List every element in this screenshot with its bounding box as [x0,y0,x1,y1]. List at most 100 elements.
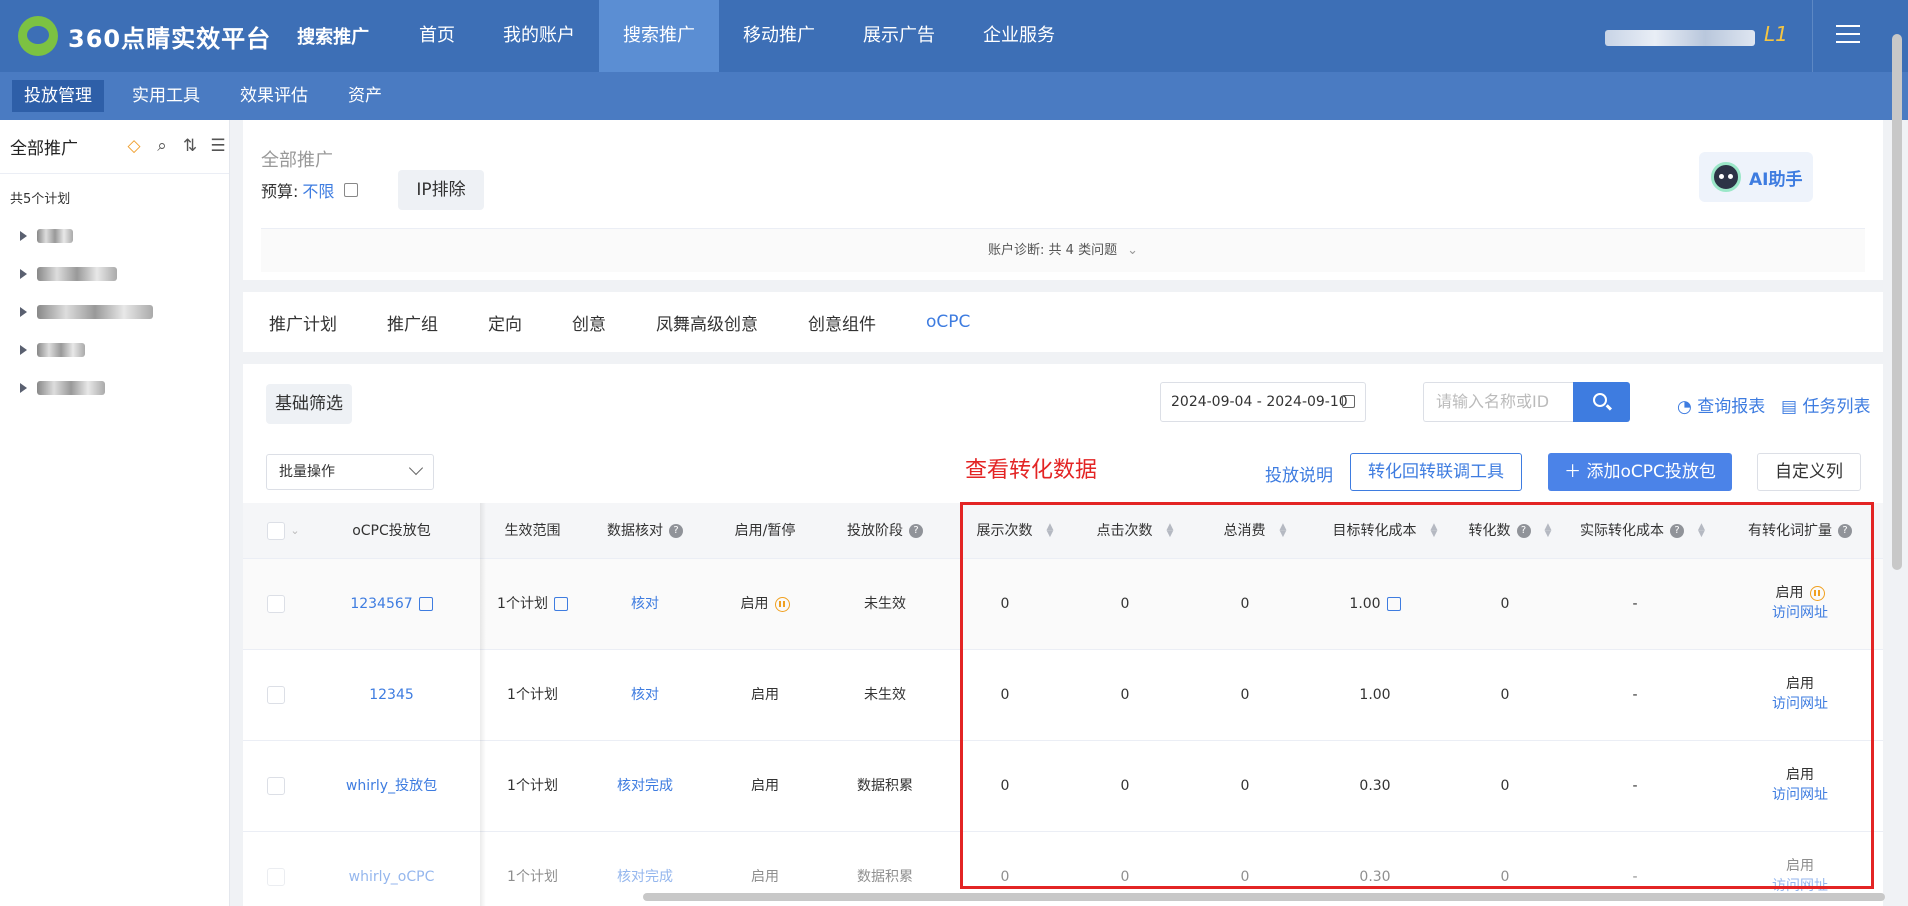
top-bar: 360点睛实效平台 搜索推广 首页 我的账户 搜索推广 移动推广 展示广告 企业… [0,0,1908,72]
package-name-link[interactable]: 12345 [303,650,480,741]
expand-arrow-icon[interactable] [20,307,27,317]
expand-arrow-icon[interactable] [20,269,27,279]
data-check-link[interactable]: 核对 [585,559,705,650]
subnav-tools[interactable]: 实用工具 [120,80,212,112]
stage-cell: 数据积累 [857,778,913,794]
tab-creatives[interactable]: 创意 [572,310,606,335]
tag-icon[interactable]: ◇ [124,136,144,156]
chevron-down-icon[interactable]: ⌄ [289,503,301,559]
sidebar-plan-item[interactable] [0,293,229,331]
chevron-down-icon [408,460,424,476]
row-checkbox[interactable] [267,595,285,613]
logo[interactable]: 360点睛实效平台 搜索推广 [18,16,369,56]
nav-mobile-promo[interactable]: 移动推广 [719,0,839,72]
package-name-link[interactable]: whirly_oCPC [303,832,480,906]
package-name[interactable]: 1234567 [303,559,480,650]
sort-icon[interactable]: ⇅ [180,136,200,156]
plan-name-blurred [37,305,153,319]
task-list-link[interactable]: ▤ 任务列表 [1781,392,1870,417]
pause-icon[interactable] [774,596,790,612]
plan-name-blurred [37,229,73,243]
tab-groups[interactable]: 推广组 [387,310,438,335]
stage-cell: 未生效 [864,596,906,612]
delivery-explain-link[interactable]: 投放说明 [1265,461,1333,486]
col-data-check: 数据核对? [585,503,705,559]
logo-text: 360点睛实效平台 [68,24,272,53]
edit-icon[interactable] [344,183,359,197]
search-icon[interactable]: ⌕ [152,136,172,156]
custom-columns-button[interactable]: 自定义列 [1757,453,1861,491]
batch-operations-select[interactable]: 批量操作 [266,454,434,490]
overview-panel: 全部推广 预算: 不限 IP排除 AI助手 账户诊断: 共 4 类问题 ⌄ [243,120,1883,280]
logo-subtitle: 搜索推广 [297,27,370,48]
frozen-column-shadow [480,503,486,906]
vertical-scrollbar[interactable] [1892,34,1902,570]
subnav-effect-evaluation[interactable]: 效果评估 [228,80,320,112]
col-stage: 投放阶段? [825,503,945,559]
data-check-link[interactable]: 核对完成 [585,741,705,832]
row-checkbox[interactable] [267,686,285,704]
expand-arrow-icon[interactable] [20,345,27,355]
col-stage-label: 投放阶段 [847,523,903,539]
row-checkbox[interactable] [267,777,285,795]
package-name-link[interactable]: 1234567 [350,596,412,612]
collapse-sidebar-icon[interactable]: ☰ [208,136,228,156]
hamburger-menu-icon[interactable] [1836,25,1860,45]
basic-filter-button[interactable]: 基础筛选 [266,384,352,424]
task-list-label: 任务列表 [1802,397,1871,417]
sub-nav-bar: 投放管理 实用工具 效果评估 资产 [0,72,1908,120]
budget-label: 预算: [261,182,299,201]
edit-icon[interactable] [553,597,568,611]
select-all-checkbox[interactable] [267,522,285,540]
sidebar-plan-item[interactable] [0,369,229,407]
ip-exclude-button[interactable]: IP排除 [398,170,484,210]
tab-advanced-creatives[interactable]: 凤舞高级创意 [656,310,758,335]
nav-search-promo[interactable]: 搜索推广 [599,0,719,72]
expand-arrow-icon[interactable] [20,231,27,241]
tab-targeting[interactable]: 定向 [488,310,522,335]
ai-assistant-button[interactable]: AI助手 [1699,152,1813,202]
budget: 预算: 不限 [261,178,359,202]
budget-value[interactable]: 不限 [302,178,334,202]
row-checkbox[interactable] [267,868,285,886]
horizontal-scrollbar[interactable] [643,893,1885,901]
add-ocpc-package-button[interactable]: ＋ 添加oCPC投放包 [1548,453,1732,491]
tab-ocpc[interactable]: oCPC [926,312,970,332]
subnav-assets[interactable]: 资产 [336,80,394,112]
sidebar-plan-item[interactable] [0,255,229,293]
help-icon[interactable]: ? [669,524,683,538]
overview-title: 全部推广 [261,150,333,171]
username-blurred[interactable] [1605,30,1755,46]
status-cell: 启用 [705,559,825,650]
edit-icon[interactable] [418,597,433,611]
search-input[interactable]: 请输入名称或ID [1423,382,1573,422]
plan-count: 共5个计划 [10,192,71,207]
logo-icon [18,16,58,56]
account-diagnosis[interactable]: 账户诊断: 共 4 类问题 ⌄ [261,228,1865,272]
search-button[interactable] [1573,382,1630,422]
sidebar-plan-item[interactable] [0,217,229,255]
nav-enterprise[interactable]: 企业服务 [959,0,1079,72]
query-report-link[interactable]: ◔ 查询报表 [1677,392,1765,417]
nav-my-account[interactable]: 我的账户 [479,0,599,72]
sidebar-plan-item[interactable] [0,331,229,369]
help-icon[interactable]: ? [909,524,923,538]
stage-cell: 未生效 [864,687,906,703]
date-range-picker[interactable]: 2024-09-04 - 2024-09-10 [1160,382,1366,422]
subnav-delivery-management[interactable]: 投放管理 [12,80,104,112]
chevron-down-icon[interactable]: ⌄ [1127,229,1138,273]
tab-plans[interactable]: 推广计划 [269,310,337,335]
package-name-link[interactable]: whirly_投放包 [303,741,480,832]
ai-assistant-label: AI助手 [1749,169,1803,190]
nav-home[interactable]: 首页 [395,0,479,72]
add-ocpc-label: 添加oCPC投放包 [1586,462,1716,482]
nav-display-ads[interactable]: 展示广告 [839,0,959,72]
expand-arrow-icon[interactable] [20,383,27,393]
sidebar-title[interactable]: 全部推广 [10,134,78,159]
top-nav: 首页 我的账户 搜索推广 移动推广 展示广告 企业服务 [395,0,1079,72]
conversion-debug-tool-button[interactable]: 转化回转联调工具 [1350,453,1522,491]
col-package: oCPC投放包 [352,523,431,539]
data-check-link[interactable]: 核对 [585,650,705,741]
col-data-check-label: 数据核对 [607,523,663,539]
tab-creative-components[interactable]: 创意组件 [808,310,876,335]
